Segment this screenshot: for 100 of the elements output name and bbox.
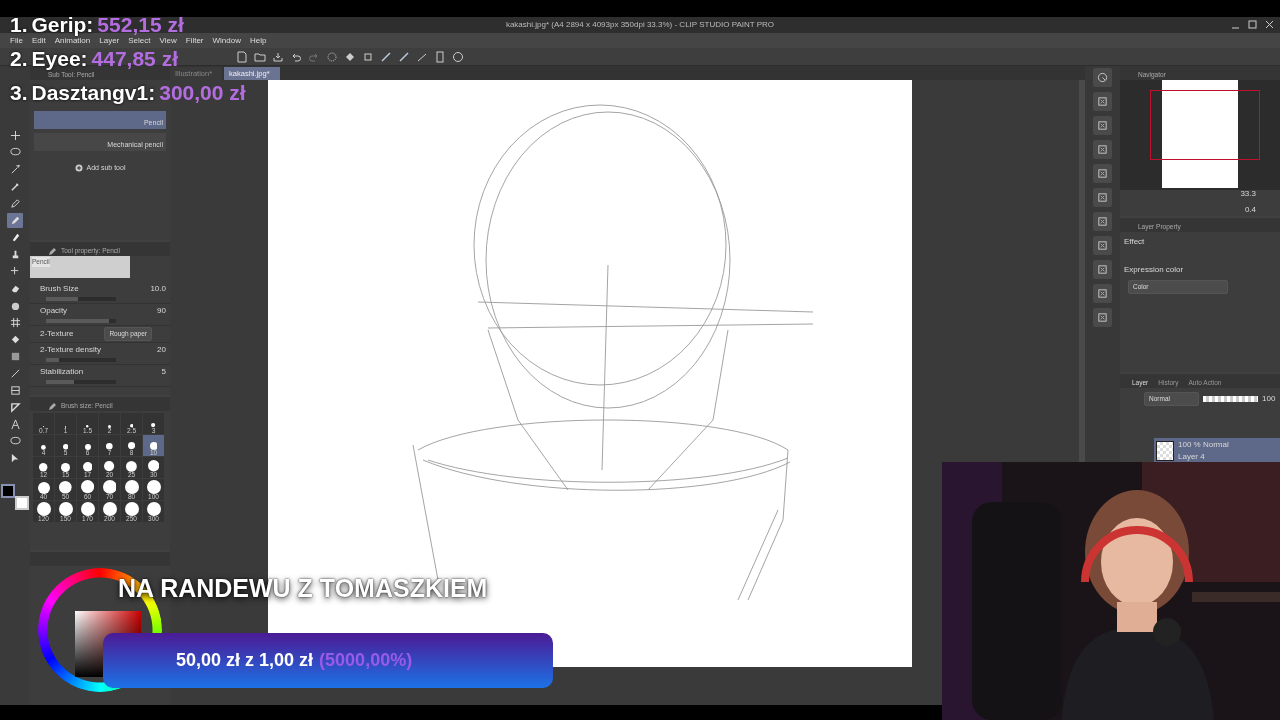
help-icon[interactable] <box>452 50 464 63</box>
donor-name: Gerip: <box>31 12 94 38</box>
lasso-icon <box>9 147 21 158</box>
opacity-slider[interactable] <box>1203 395 1258 402</box>
panel-toggle-button[interactable] <box>1093 236 1112 255</box>
slider-track[interactable] <box>46 357 116 362</box>
panel-toggle-button[interactable] <box>1093 284 1112 303</box>
eraser-icon <box>9 283 21 294</box>
panel-toggle-button[interactable] <box>1093 188 1112 207</box>
rank-number: 3. <box>10 80 28 106</box>
zoom-value: 33.3 <box>1240 188 1256 200</box>
triangle-icon <box>9 402 21 413</box>
property-label: 2-Texture <box>40 327 74 340</box>
view-frame[interactable] <box>1150 90 1260 160</box>
panel-toggle-button[interactable] <box>1093 308 1112 327</box>
brush-dot-icon <box>124 501 139 516</box>
menu-item[interactable]: Window <box>212 36 250 45</box>
section-label: Expression color <box>1124 264 1185 276</box>
goal-amount: 50,00 zł z 1,00 zł <box>176 649 314 671</box>
window-icon <box>1097 312 1108 323</box>
panel-toggle-button[interactable] <box>1093 68 1112 87</box>
goal-percent: (5000,00%) <box>319 649 413 671</box>
window-icon <box>1097 264 1108 275</box>
menu-item[interactable]: Animation <box>54 36 100 45</box>
opacity-value[interactable]: 100 <box>1262 392 1276 405</box>
menu-item[interactable]: File <box>10 36 32 45</box>
property-label: Stabilization <box>40 365 84 378</box>
layer-thumbnail <box>1156 440 1174 461</box>
sun-icon[interactable] <box>326 50 338 63</box>
window-icon <box>1097 144 1108 155</box>
property-value[interactable]: 20 <box>157 343 166 356</box>
fill-icon[interactable] <box>344 50 356 63</box>
layer-name: Layer 4 <box>1178 450 1206 463</box>
sub-color-swatch[interactable] <box>15 496 29 510</box>
menu-item[interactable]: Help <box>249 36 276 45</box>
brush-dot-icon <box>146 501 161 516</box>
panel-toggle-button[interactable] <box>1093 212 1112 231</box>
slider-fill[interactable] <box>46 379 74 384</box>
eyedropper-icon <box>9 181 21 192</box>
panel-toggle-button[interactable] <box>1093 116 1112 135</box>
crop-icon[interactable] <box>362 50 374 63</box>
window-icon <box>1097 168 1108 179</box>
search-icon <box>1097 72 1108 83</box>
text-icon <box>9 419 21 430</box>
slider-track[interactable] <box>46 379 116 384</box>
slider-fill[interactable] <box>46 357 59 362</box>
frame-icon <box>9 385 21 396</box>
panel-toggle-button[interactable] <box>1093 260 1112 279</box>
menu-item[interactable]: View <box>159 36 186 45</box>
sparkle-icon <box>9 266 21 277</box>
pencil-icon <box>9 215 21 226</box>
new-file-icon[interactable] <box>236 50 248 63</box>
layer-row[interactable]: 100 % Normal Layer 4 <box>1154 437 1280 464</box>
line-icon <box>9 368 21 379</box>
close-icon[interactable] <box>1265 20 1274 29</box>
save-icon[interactable] <box>272 50 284 63</box>
add-icon[interactable] <box>74 164 83 173</box>
property-label: Brush Size <box>40 283 79 295</box>
window-icon <box>1097 216 1108 227</box>
folder-icon[interactable] <box>254 50 266 63</box>
brush-dot-icon <box>108 424 111 428</box>
window-icon <box>1097 96 1108 107</box>
brush-dot-icon <box>126 460 137 472</box>
window-icon <box>1097 120 1108 131</box>
ruler-icon[interactable] <box>398 50 410 63</box>
move-icon <box>9 130 21 141</box>
brush-dot-icon <box>58 501 73 516</box>
brush-dot-icon <box>149 441 158 450</box>
menu-item[interactable]: Filter <box>185 36 213 45</box>
brush-dot-icon <box>37 481 50 494</box>
menu-item[interactable]: Edit <box>31 36 55 45</box>
layer-mode: 100 % Normal <box>1178 438 1229 451</box>
tablet-icon[interactable] <box>434 50 446 63</box>
panel-toggle-button[interactable] <box>1093 164 1112 183</box>
ruler-icon[interactable] <box>380 50 392 63</box>
donation-amount: 552,15 zł <box>97 12 184 38</box>
donation-amount: 300,00 zł <box>159 80 246 106</box>
pen-icon <box>9 198 21 209</box>
brush-dot-icon <box>102 479 117 494</box>
main-color-swatch[interactable] <box>1 484 15 498</box>
maximize-icon[interactable] <box>1248 20 1257 29</box>
window-icon <box>1097 192 1108 203</box>
brush-dot-icon <box>61 462 70 472</box>
bucket-icon <box>9 334 21 345</box>
pencil-icon <box>48 402 57 411</box>
property-value[interactable]: 90 <box>157 305 166 317</box>
window-title: kakashi.jpg* (A4 2894 x 4093px 350dpi 33.3%) - CLIP STUDIO PAINT PRO <box>505 19 775 31</box>
donor-name: Dasztangv1: <box>31 80 156 106</box>
panel-toggle-button[interactable] <box>1093 140 1112 159</box>
window-icon <box>1097 288 1108 299</box>
wand-icon <box>9 164 21 175</box>
property-value[interactable]: 5 <box>161 365 166 378</box>
property-label: Opacity <box>40 305 68 317</box>
property-value[interactable]: 10.0 <box>150 283 166 295</box>
rank-number: 1. <box>10 12 28 38</box>
panel-toggle-button[interactable] <box>1093 92 1112 111</box>
section-label: Effect <box>1124 236 1146 248</box>
menu-item[interactable]: Layer <box>99 36 129 45</box>
grid-icon <box>9 317 21 328</box>
menu-item[interactable]: Select <box>128 36 160 45</box>
